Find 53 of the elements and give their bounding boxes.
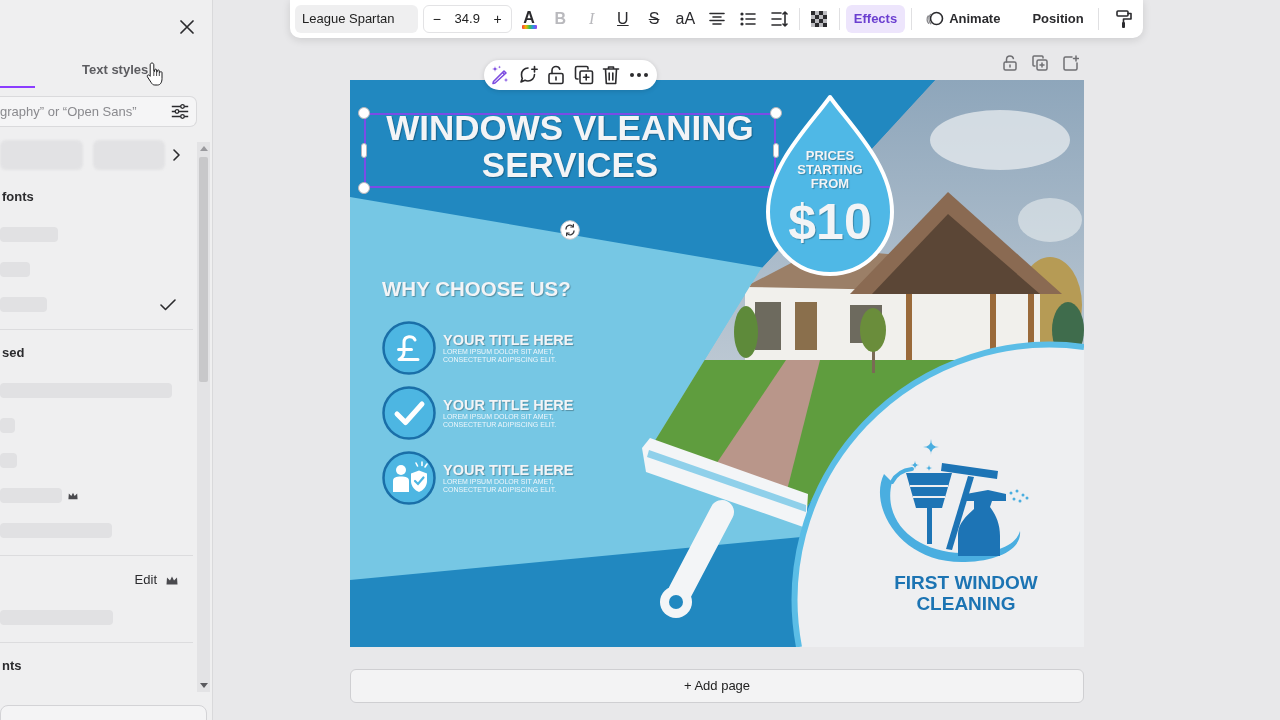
font-size-control[interactable]: − 34.9 +	[422, 5, 512, 33]
duplicate-icon[interactable]	[573, 65, 594, 85]
font-dropdown[interactable]: League Spartan	[295, 5, 418, 33]
scrollbar[interactable]	[197, 142, 210, 692]
comment-add-icon[interactable]	[518, 65, 539, 85]
feature-title: YOUR TITLE HERE	[443, 332, 575, 348]
logo-text: FIRST WINDOW CLEANING	[893, 572, 1039, 614]
lock-icon[interactable]	[547, 65, 566, 85]
decrease-size-button[interactable]: −	[423, 6, 450, 32]
strikethrough-button[interactable]: S	[640, 5, 668, 33]
pound-icon	[382, 321, 436, 375]
scroll-down-icon[interactable]	[199, 683, 208, 688]
increase-size-button[interactable]: +	[484, 6, 511, 32]
price-text: $10	[787, 197, 873, 247]
bullet-list-icon[interactable]	[739, 12, 756, 26]
add-page-button[interactable]: + Add page	[350, 669, 1084, 703]
checkerboard-icon[interactable]	[811, 11, 828, 27]
hand-cursor-icon	[146, 62, 163, 86]
text-color-button[interactable]: A	[515, 5, 543, 33]
tab[interactable]: Text styles	[82, 54, 149, 88]
filter-icon[interactable]	[171, 104, 189, 119]
animate-icon	[926, 11, 945, 27]
chevron-right-icon[interactable]	[173, 149, 180, 161]
rotate-icon[interactable]	[560, 220, 580, 240]
position-button[interactable]: Position	[1024, 5, 1092, 33]
section-heading: nts	[1, 657, 23, 675]
heading-text[interactable]: WINDOWS VLEANING SERVICES	[364, 109, 776, 183]
paint-roller-icon[interactable]	[1116, 9, 1133, 29]
close-icon[interactable]	[180, 20, 194, 34]
font-size-field[interactable]: 34.9	[449, 9, 485, 29]
scrollbar-thumb[interactable]	[199, 157, 208, 382]
resize-handle[interactable]	[361, 143, 367, 158]
feature-title: YOUR TITLE HERE	[443, 397, 575, 413]
add-page-icon[interactable]	[1063, 55, 1079, 71]
animate-button[interactable]: Animate	[918, 5, 1009, 33]
resize-handle[interactable]	[773, 143, 779, 158]
feature-title: YOUR TITLE HERE	[443, 462, 575, 478]
edit-link[interactable]: Edit	[134, 570, 157, 590]
checkmark-icon	[382, 386, 436, 440]
sparkle-pencil-icon[interactable]	[490, 65, 510, 85]
line-spacing-icon[interactable]	[770, 11, 788, 27]
search-field[interactable]: graphy” or “Open Sans”	[0, 96, 197, 127]
letter-case-button[interactable]: aA	[671, 5, 699, 33]
person-shield-icon	[382, 451, 436, 505]
price-caption: PRICES STARTING FROM	[796, 149, 864, 191]
underline-button[interactable]: U	[609, 5, 637, 33]
effects-button[interactable]: Effects	[845, 5, 906, 33]
color-underline-icon	[521, 24, 537, 29]
section-heading: sed	[1, 344, 26, 362]
trash-icon[interactable]	[602, 65, 621, 85]
section-heading: fonts	[1, 188, 35, 206]
align-center-icon[interactable]	[708, 12, 725, 26]
section-title: WHY CHOOSE US?	[382, 278, 571, 300]
